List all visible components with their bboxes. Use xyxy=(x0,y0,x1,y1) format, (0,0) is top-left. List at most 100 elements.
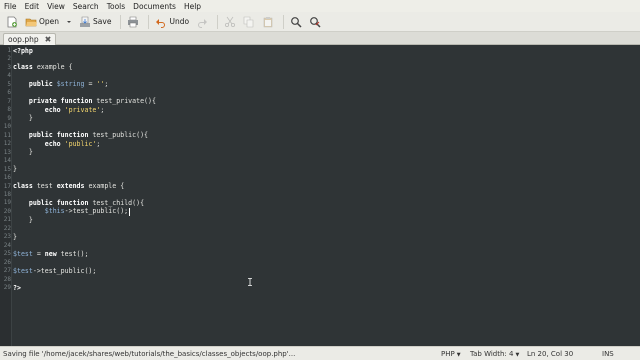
code-line[interactable]: } xyxy=(13,148,33,156)
status-message: Saving file '/home/jacek/shares/web/tuto… xyxy=(3,350,296,358)
code-line[interactable]: private function test_private(){ xyxy=(13,97,156,105)
menu-bar: File Edit View Search Tools Documents He… xyxy=(0,0,640,12)
menu-tools[interactable]: Tools xyxy=(107,2,125,11)
toolbar-separator xyxy=(217,14,219,29)
save-icon xyxy=(79,16,91,28)
close-icon[interactable]: ✖ xyxy=(45,35,52,44)
menu-search[interactable]: Search xyxy=(73,2,99,11)
toolbar-separator xyxy=(283,14,285,29)
line-number: 1 xyxy=(7,47,11,54)
redo-button[interactable] xyxy=(194,14,210,30)
search-icon xyxy=(290,16,302,28)
new-button[interactable] xyxy=(4,14,20,30)
undo-button[interactable]: Undo xyxy=(153,14,191,30)
copy-icon xyxy=(243,16,255,28)
line-number: 16 xyxy=(3,174,11,182)
chevron-down-icon xyxy=(66,16,72,28)
line-number: 22 xyxy=(3,224,11,232)
line-number: 28 xyxy=(3,275,11,283)
find-replace-button[interactable] xyxy=(307,14,323,30)
language-label: PHP xyxy=(441,350,455,358)
save-button[interactable]: Save xyxy=(77,14,113,30)
code-line[interactable]: $test = new test(); xyxy=(13,250,88,258)
paste-button[interactable] xyxy=(260,14,276,30)
toolbar-separator xyxy=(148,14,150,29)
code-line[interactable]: $test->test_public(); xyxy=(13,267,96,275)
open-button[interactable]: Open xyxy=(23,14,61,30)
tab-label: oop.php xyxy=(8,35,39,44)
print-button[interactable] xyxy=(125,14,141,30)
cut-button[interactable] xyxy=(222,14,238,30)
code-line[interactable]: public function test_child(){ xyxy=(13,199,144,207)
line-number: 7 xyxy=(7,97,11,105)
line-number: 9 xyxy=(7,114,11,122)
code-line[interactable]: $this->test_public(); xyxy=(13,207,128,215)
line-number: 25 xyxy=(3,250,11,258)
save-label: Save xyxy=(93,17,112,26)
menu-help[interactable]: Help xyxy=(184,2,201,11)
line-number: 8 xyxy=(7,106,11,114)
line-number: 4 xyxy=(7,72,11,80)
cursor-position: Ln 20, Col 30 xyxy=(527,350,574,358)
menu-documents[interactable]: Documents xyxy=(133,2,176,11)
clipboard-icon xyxy=(262,16,274,28)
line-number: 18 xyxy=(3,190,11,198)
code-line[interactable]: echo 'private'; xyxy=(13,106,105,114)
find-replace-icon xyxy=(309,16,321,28)
find-button[interactable] xyxy=(288,14,304,30)
code-line[interactable]: <?php xyxy=(13,47,33,55)
tab-width-label: Tab Width: 4 xyxy=(470,350,514,358)
tab-oop-php[interactable]: oop.php ✖ xyxy=(3,33,56,45)
line-number: 26 xyxy=(3,258,11,266)
printer-icon xyxy=(127,16,139,28)
toolbar-separator xyxy=(120,14,122,29)
line-number: 19 xyxy=(3,199,11,207)
code-line[interactable]: ?> xyxy=(13,284,21,292)
code-line[interactable]: class test extends example { xyxy=(13,182,124,190)
code-line[interactable]: } xyxy=(13,165,17,173)
line-number: 17 xyxy=(3,182,11,190)
open-label: Open xyxy=(39,17,60,26)
line-number: 29 xyxy=(3,284,11,292)
open-recent-dropdown[interactable] xyxy=(64,14,74,30)
line-number: 3 xyxy=(7,63,11,71)
line-number: 20 xyxy=(3,207,11,215)
line-number-gutter: 1 2 3 4 5 6 7 8 9 10 11 12 13 14 15 16 17 18 19 20 21 22 23 24 2… xyxy=(0,46,12,346)
copy-button[interactable] xyxy=(241,14,257,30)
undo-label: Undo xyxy=(169,17,190,26)
menu-file[interactable]: File xyxy=(4,2,17,11)
line-number: 15 xyxy=(3,165,11,173)
code-line[interactable]: } xyxy=(13,216,33,224)
code-line[interactable]: } xyxy=(13,233,17,241)
new-document-icon xyxy=(6,16,18,28)
menu-view[interactable]: View xyxy=(47,2,65,11)
code-line[interactable]: public function test_public(){ xyxy=(13,131,148,139)
status-bar: Saving file '/home/jacek/shares/web/tuto… xyxy=(0,346,640,360)
line-number: 27 xyxy=(3,267,11,275)
line-number: 24 xyxy=(3,241,11,249)
code-line[interactable]: public $string = ''; xyxy=(13,80,108,88)
line-number: 21 xyxy=(3,216,11,224)
line-number: 6 xyxy=(7,89,11,97)
code-line[interactable]: echo 'public'; xyxy=(13,140,101,148)
code-line[interactable]: class example { xyxy=(13,63,73,71)
line-number: 12 xyxy=(3,140,11,148)
insert-mode: INS xyxy=(602,350,614,358)
line-number: 23 xyxy=(3,233,11,241)
mouse-ibeam-cursor-icon xyxy=(248,278,252,286)
text-cursor xyxy=(129,207,131,216)
line-number: 14 xyxy=(3,157,11,165)
redo-icon xyxy=(196,16,208,28)
code-editor[interactable]: 1 2 3 4 5 6 7 8 9 10 11 12 13 14 15 16 17 18 19 20 21 22 23 24 2… xyxy=(0,46,640,346)
menu-edit[interactable]: Edit xyxy=(25,2,40,11)
scissors-icon xyxy=(224,16,236,28)
line-number: 2 xyxy=(7,55,11,63)
code-line[interactable]: } xyxy=(13,114,33,122)
undo-icon xyxy=(155,16,167,28)
line-number: 13 xyxy=(3,148,11,156)
chevron-down-icon: ▼ xyxy=(456,352,461,358)
tab-width-selector[interactable]: Tab Width: 4 ▼ xyxy=(470,350,519,358)
language-selector[interactable]: PHP ▼ xyxy=(441,350,461,358)
folder-open-icon xyxy=(25,16,37,28)
chevron-down-icon: ▼ xyxy=(515,352,520,358)
